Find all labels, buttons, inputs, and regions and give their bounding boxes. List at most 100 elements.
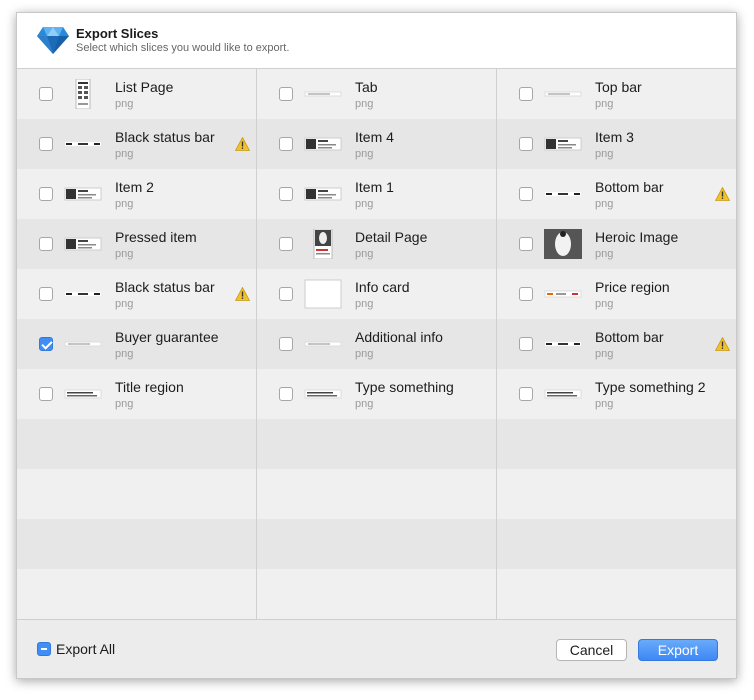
dialog-subtitle: Select which slices you would like to ex… <box>76 42 290 54</box>
slice-format: png <box>355 348 374 360</box>
warning-icon <box>714 186 731 201</box>
slice-row[interactable]: Item 3 png <box>497 119 736 169</box>
slice-format: png <box>595 198 614 210</box>
slice-name: Item 2 <box>115 179 154 195</box>
slice-thumbnail <box>64 379 102 409</box>
slice-row[interactable]: Item 4 png <box>257 119 496 169</box>
slice-format: png <box>115 248 134 260</box>
slice-row[interactable]: Type something png <box>257 369 496 419</box>
empty-row <box>17 469 256 519</box>
slice-name: Additional info <box>355 329 443 345</box>
warning-icon <box>234 286 251 301</box>
slice-name: Buyer guarantee <box>115 329 219 345</box>
slice-row[interactable]: Heroic Image png <box>497 219 736 269</box>
slice-format: png <box>115 348 134 360</box>
slice-thumbnail <box>64 279 102 309</box>
slice-row[interactable]: Info card png <box>257 269 496 319</box>
empty-row <box>257 519 496 569</box>
slice-row[interactable]: Bottom bar png <box>497 169 736 219</box>
slice-row[interactable]: Title region png <box>17 369 256 419</box>
slice-row[interactable]: Black status bar png <box>17 269 256 319</box>
slice-thumbnail <box>304 379 342 409</box>
slice-checkbox[interactable] <box>39 137 53 151</box>
slice-checkbox[interactable] <box>39 237 53 251</box>
slice-checkbox[interactable] <box>519 237 533 251</box>
slice-format: png <box>115 98 134 110</box>
slice-checkbox[interactable] <box>39 287 53 301</box>
slice-format: png <box>115 198 134 210</box>
slice-row[interactable]: Buyer guarantee png <box>17 319 256 369</box>
slice-row[interactable]: Item 2 png <box>17 169 256 219</box>
slice-row[interactable]: Item 1 png <box>257 169 496 219</box>
slice-name: List Page <box>115 79 174 95</box>
slice-format: png <box>595 148 614 160</box>
slice-name: Item 3 <box>595 129 634 145</box>
slice-thumbnail <box>304 228 342 260</box>
slice-row[interactable]: Additional info png <box>257 319 496 369</box>
slice-format: png <box>355 148 374 160</box>
slice-name: Black status bar <box>115 129 215 145</box>
slice-row[interactable]: Bottom bar png <box>497 319 736 369</box>
export-button[interactable]: Export <box>638 639 718 661</box>
slice-row[interactable]: Type something 2 png <box>497 369 736 419</box>
slice-name: Item 1 <box>355 179 394 195</box>
empty-row <box>17 419 256 469</box>
slice-thumbnail <box>64 78 102 110</box>
empty-row <box>257 469 496 519</box>
slice-row[interactable]: Pressed item png <box>17 219 256 269</box>
slices-column-2: Tab png Item 4 png Item 1 png Detail Page png In… <box>257 69 497 619</box>
export-all-checkbox[interactable] <box>37 642 51 656</box>
slice-name: Type something <box>355 379 454 395</box>
slice-checkbox[interactable] <box>39 87 53 101</box>
empty-row <box>257 419 496 469</box>
slice-checkbox[interactable] <box>279 237 293 251</box>
dialog-title: Export Slices <box>76 26 159 41</box>
empty-row <box>497 419 736 469</box>
slice-thumbnail <box>304 279 342 309</box>
slice-name: Detail Page <box>355 229 428 245</box>
export-all-toggle[interactable]: Export All <box>37 641 115 657</box>
slice-checkbox[interactable] <box>279 387 293 401</box>
slice-name: Bottom bar <box>595 179 664 195</box>
slice-checkbox[interactable] <box>279 137 293 151</box>
slice-format: png <box>115 298 134 310</box>
dialog-header: Export Slices Select which slices you wo… <box>17 13 736 69</box>
slice-row[interactable]: Tab png <box>257 69 496 119</box>
slice-name: Pressed item <box>115 229 197 245</box>
slice-name: Title region <box>115 379 184 395</box>
empty-row <box>497 519 736 569</box>
slice-checkbox[interactable] <box>519 87 533 101</box>
slice-checkbox[interactable] <box>519 287 533 301</box>
cancel-button[interactable]: Cancel <box>556 639 627 661</box>
slice-checkbox[interactable] <box>279 337 293 351</box>
slice-checkbox[interactable] <box>519 137 533 151</box>
slice-format: png <box>595 248 614 260</box>
slice-row[interactable]: Price region png <box>497 269 736 319</box>
slice-name: Heroic Image <box>595 229 679 245</box>
slice-checkbox[interactable] <box>519 187 533 201</box>
slice-row[interactable]: Top bar png <box>497 69 736 119</box>
slice-row[interactable]: Detail Page png <box>257 219 496 269</box>
dialog-footer: Export All Cancel Export <box>17 619 736 678</box>
slice-checkbox[interactable] <box>39 337 53 351</box>
slices-grid: List Page png Black status bar png Item 2 png… <box>17 69 736 619</box>
slice-format: png <box>595 398 614 410</box>
slice-checkbox[interactable] <box>519 387 533 401</box>
slice-thumbnail <box>304 329 342 359</box>
slice-thumbnail <box>64 229 102 259</box>
slice-checkbox[interactable] <box>39 187 53 201</box>
slice-row[interactable]: List Page png <box>17 69 256 119</box>
slice-thumbnail <box>544 179 582 209</box>
slice-name: Top bar <box>595 79 642 95</box>
slice-row[interactable]: Black status bar png <box>17 119 256 169</box>
slice-format: png <box>355 98 374 110</box>
slice-checkbox[interactable] <box>39 387 53 401</box>
empty-row <box>497 469 736 519</box>
slice-thumbnail <box>304 129 342 159</box>
slice-checkbox[interactable] <box>279 187 293 201</box>
slice-checkbox[interactable] <box>279 287 293 301</box>
slice-checkbox[interactable] <box>519 337 533 351</box>
slice-format: png <box>115 398 134 410</box>
slice-checkbox[interactable] <box>279 87 293 101</box>
slice-thumbnail <box>544 329 582 359</box>
